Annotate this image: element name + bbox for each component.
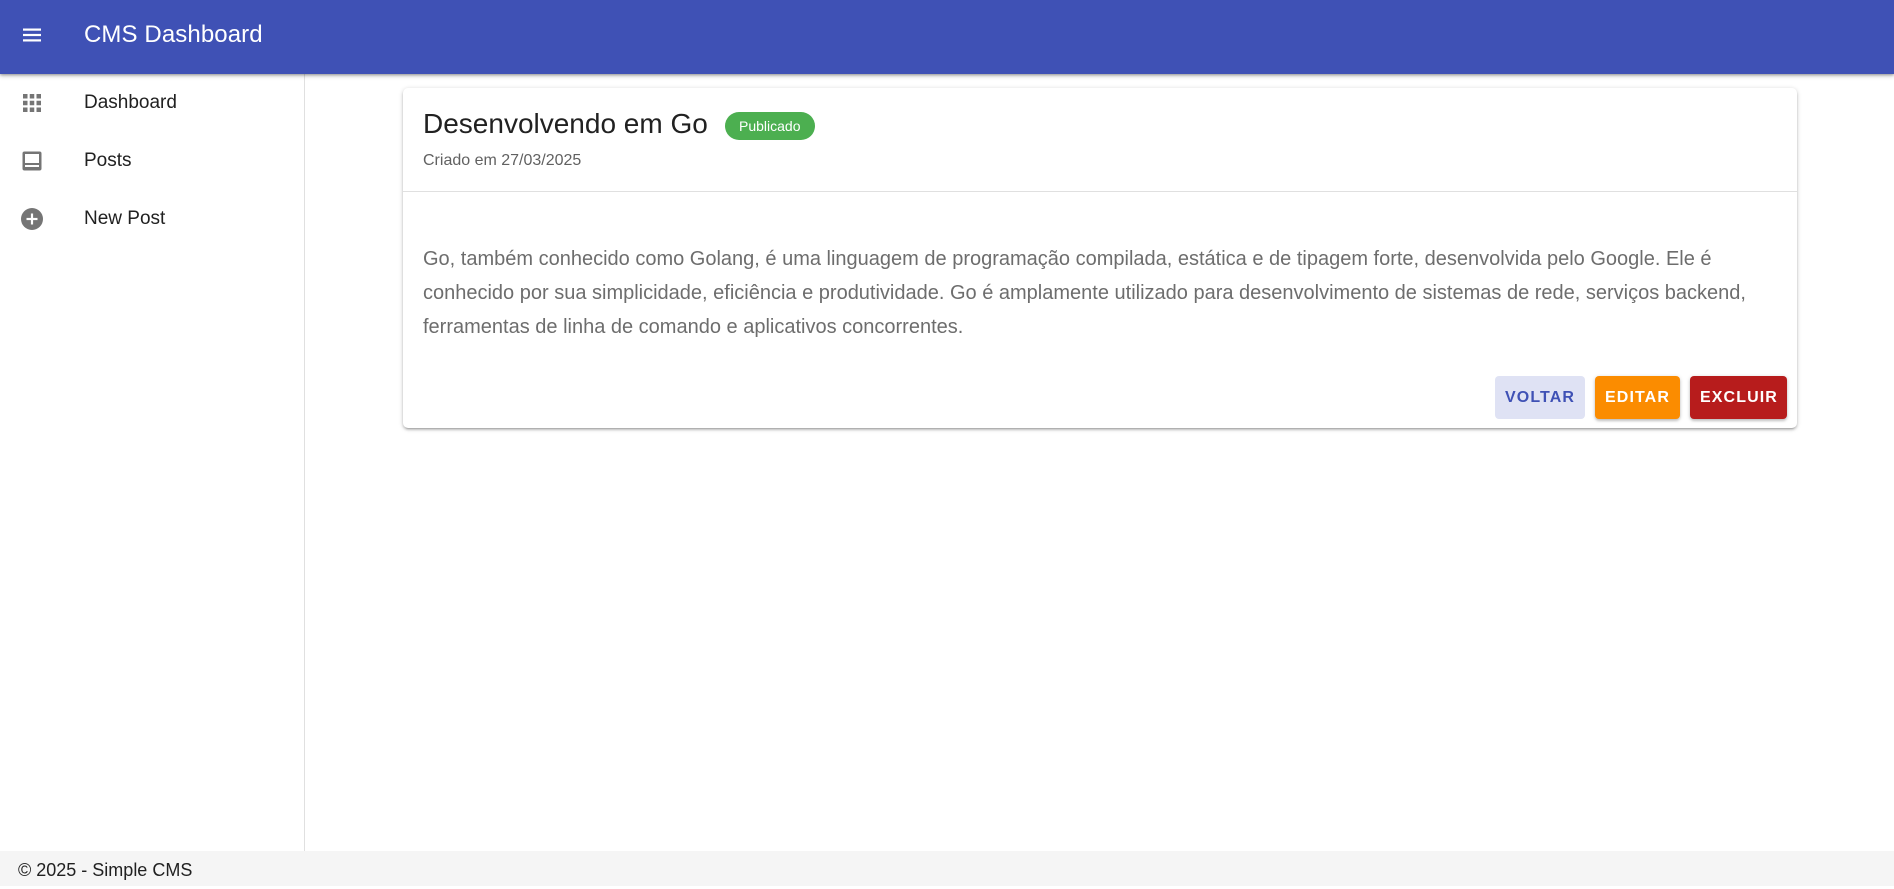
sidebar-item-posts[interactable]: Posts — [0, 132, 304, 190]
post-card-header: Desenvolvendo em Go Publicado Criado em … — [403, 88, 1797, 192]
back-button[interactable]: VOLTAR — [1495, 376, 1585, 419]
post-card: Desenvolvendo em Go Publicado Criado em … — [403, 88, 1797, 428]
menu-icon — [20, 23, 44, 52]
edit-button[interactable]: EDITAR — [1595, 376, 1680, 419]
sidebar-item-new-post[interactable]: New Post — [0, 190, 304, 248]
app-title: CMS Dashboard — [84, 21, 263, 48]
post-created-date: Criado em 27/03/2025 — [423, 152, 582, 169]
sidebar-item-label: Dashboard — [84, 92, 177, 113]
post-content: Go, também conhecido como Golang, é uma … — [423, 248, 1746, 338]
post-title: Desenvolvendo em Go — [423, 108, 708, 139]
footer-text: © 2025 - Simple CMS — [18, 860, 193, 880]
sidebar-item-label: Posts — [84, 150, 132, 171]
add-circle-icon — [19, 206, 45, 232]
menu-button[interactable] — [14, 19, 50, 55]
status-badge: Publicado — [725, 112, 815, 140]
post-list-icon — [19, 148, 45, 174]
apps-grid-icon — [19, 90, 45, 116]
delete-button[interactable]: EXCLUIR — [1690, 376, 1787, 419]
footer: © 2025 - Simple CMS — [0, 851, 1894, 886]
post-actions: VOLTAR EDITAR EXCLUIR — [1495, 376, 1787, 419]
main-content: Desenvolvendo em Go Publicado Criado em … — [305, 74, 1894, 851]
sidebar: Dashboard Posts New Post — [0, 74, 305, 851]
sidebar-item-dashboard[interactable]: Dashboard — [0, 74, 304, 132]
sidebar-item-label: New Post — [84, 208, 166, 229]
app-bar: CMS Dashboard — [0, 0, 1894, 74]
